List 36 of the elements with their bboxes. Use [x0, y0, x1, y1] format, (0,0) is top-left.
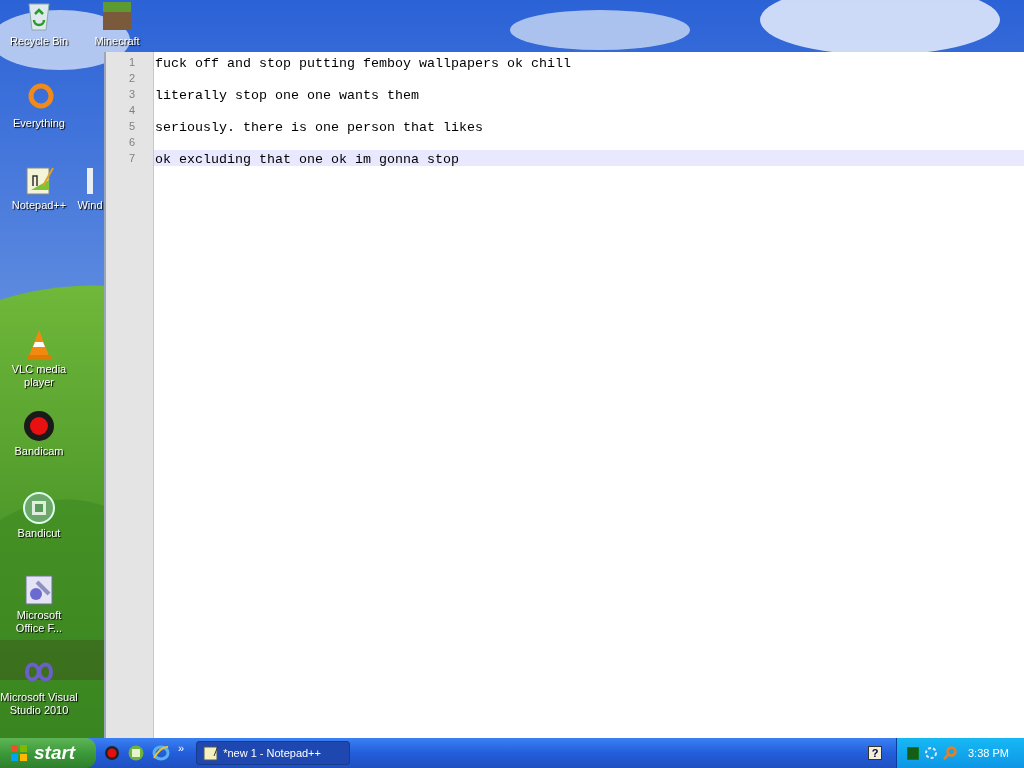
icon-label[interactable]: Wind — [76, 199, 104, 212]
start-button[interactable]: start — [0, 738, 96, 768]
notepad-icon — [203, 745, 220, 761]
browser-icon[interactable] — [152, 744, 170, 762]
help-icon[interactable]: ? — [868, 746, 882, 760]
icon-label[interactable]: Microsoft Visual Studio 2010 — [0, 691, 78, 717]
film-icon — [23, 492, 55, 524]
line-number: 2 — [128, 72, 135, 84]
record-icon — [23, 410, 55, 442]
form-icon — [23, 574, 55, 606]
chevron-text[interactable]: » — [178, 740, 185, 757]
notepad-icon — [23, 164, 55, 196]
icon-label[interactable]: VLC media player — [0, 363, 78, 389]
icon-label[interactable]: Notepad++ — [0, 199, 78, 212]
code-line: seriously. there is one person that likes — [155, 120, 483, 135]
film-icon[interactable] — [128, 745, 144, 761]
network-icon[interactable] — [924, 746, 938, 760]
code-line: literally stop one one wants them — [155, 88, 419, 103]
windows-logo-icon — [10, 744, 28, 762]
icon-label[interactable]: Everything — [0, 117, 78, 130]
taskbar-button[interactable]: *new 1 - Notepad++ — [196, 741, 351, 765]
icon-label[interactable]: Bandicam — [0, 445, 78, 458]
code-line: fuck off and stop putting femboy wallpapers ok chill — [155, 56, 571, 71]
icon-label[interactable]: Bandicut — [0, 527, 78, 540]
line-number: 4 — [128, 104, 135, 116]
line-number: 3 — [128, 88, 135, 100]
line-number: 5 — [128, 120, 135, 132]
line-number: 6 — [128, 136, 135, 148]
clock-text[interactable]: 3:38 PM — [968, 744, 1009, 762]
line-number: 1 — [128, 56, 135, 68]
grass-block-icon — [101, 0, 133, 32]
chip-icon[interactable] — [907, 746, 919, 760]
record-icon[interactable] — [104, 745, 120, 761]
code-line: ok excluding that one ok im gonna stop — [155, 152, 459, 167]
icon-label[interactable]: Microsoft Office F... — [7, 609, 71, 635]
line-number: 7 — [128, 152, 135, 164]
